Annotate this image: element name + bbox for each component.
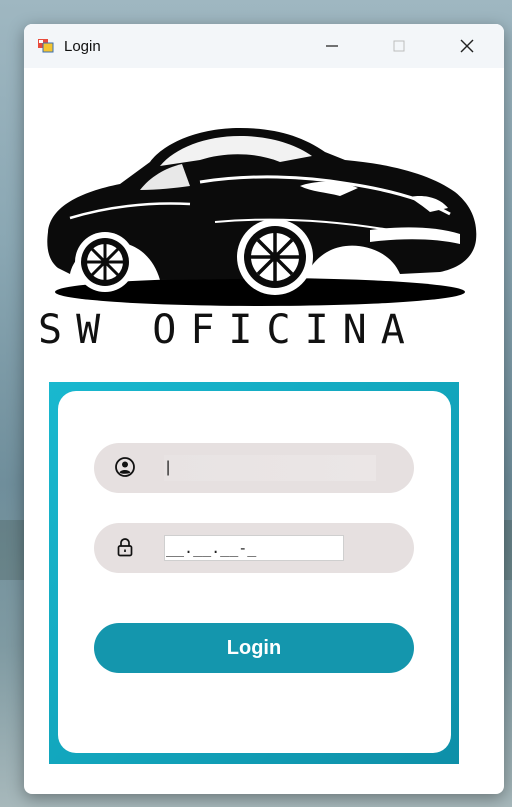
username-field[interactable]: | (94, 443, 414, 493)
password-field[interactable]: __.__.__-_ (94, 523, 414, 573)
login-card: | __.__.__-_ Login (58, 391, 451, 753)
lock-icon (117, 538, 133, 557)
maximize-icon (393, 40, 405, 52)
app-icon (38, 39, 54, 53)
login-window: Login SW OFICINA | __.__.__-_ Login (24, 24, 504, 794)
minimize-button[interactable] (309, 24, 355, 68)
login-panel: | __.__.__-_ Login (49, 382, 459, 764)
username-input[interactable]: | (164, 455, 376, 481)
brand-title: SW OFICINA (38, 307, 419, 353)
login-button[interactable]: Login (94, 623, 414, 673)
title-bar[interactable]: Login (24, 24, 504, 68)
window-title: Login (64, 37, 101, 55)
close-icon (460, 39, 474, 53)
minimize-icon (326, 45, 338, 47)
car-logo-image (47, 128, 477, 306)
close-button[interactable] (444, 24, 490, 68)
maximize-button[interactable] (376, 24, 422, 68)
password-input[interactable]: __.__.__-_ (164, 535, 344, 561)
user-icon (115, 457, 135, 477)
